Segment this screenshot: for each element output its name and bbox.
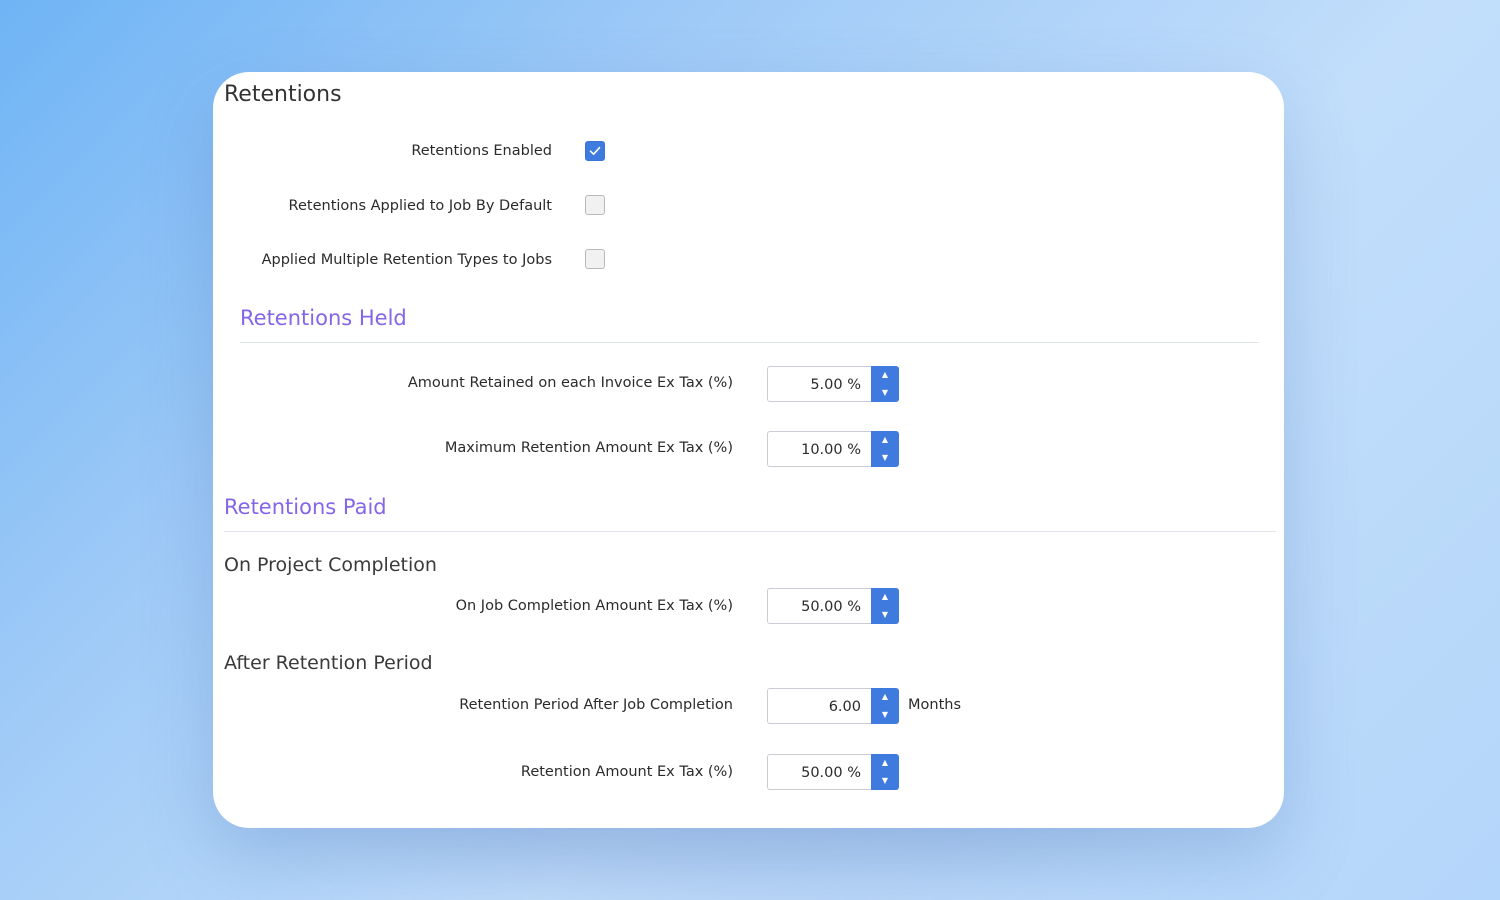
job-completion-value: 50.00 % <box>801 599 861 615</box>
multiple-types-checkbox[interactable] <box>585 249 605 269</box>
job-completion-stepper: 50.00 % ▲ ▼ <box>767 588 899 624</box>
field-row-retention-amount: Retention Amount Ex Tax (%) <box>213 763 733 785</box>
maximum-retention-value: 10.00 % <box>801 442 861 458</box>
retention-period-label: Retention Period After Job Completion <box>459 697 733 713</box>
on-project-completion-title: On Project Completion <box>224 554 437 576</box>
chevron-up-icon[interactable]: ▲ <box>871 431 899 449</box>
retention-period-unit: Months <box>908 697 962 713</box>
chevron-down-icon[interactable]: ▼ <box>871 449 899 467</box>
chevron-up-icon[interactable]: ▲ <box>871 366 899 384</box>
field-row-amount-retained: Amount Retained on each Invoice Ex Tax (… <box>213 374 733 396</box>
chevron-down-icon[interactable]: ▼ <box>871 706 899 724</box>
retention-amount-value: 50.00 % <box>801 765 861 781</box>
setting-row-multiple-types: Applied Multiple Retention Types to Jobs <box>213 249 552 271</box>
retentions-paid-title: Retentions Paid <box>224 495 387 519</box>
retentions-card: Retentions Retentions Enabled Retentions… <box>213 72 1284 828</box>
chevron-up-icon[interactable]: ▲ <box>871 588 899 606</box>
amount-retained-input[interactable]: 5.00 % <box>767 366 871 402</box>
chevron-down-icon[interactable]: ▼ <box>871 772 899 790</box>
chevron-down-icon[interactable]: ▼ <box>871 606 899 624</box>
after-retention-period-title: After Retention Period <box>224 652 433 674</box>
retention-period-input[interactable]: 6.00 <box>767 688 871 724</box>
applied-default-checkbox[interactable] <box>585 195 605 215</box>
card-title: Retentions <box>224 82 342 107</box>
retentions-held-divider <box>240 342 1259 343</box>
field-row-maximum-retention: Maximum Retention Amount Ex Tax (%) <box>213 439 733 461</box>
retention-period-spin-buttons: ▲ ▼ <box>871 688 899 724</box>
amount-retained-stepper: 5.00 % ▲ ▼ <box>767 366 899 402</box>
retentions-paid-divider <box>224 531 1276 532</box>
retention-amount-label: Retention Amount Ex Tax (%) <box>520 764 733 780</box>
chevron-up-icon[interactable]: ▲ <box>871 754 899 772</box>
retention-period-stepper: 6.00 ▲ ▼ <box>767 688 899 724</box>
retentions-enabled-label: Retentions Enabled <box>411 143 552 159</box>
amount-retained-spin-buttons: ▲ ▼ <box>871 366 899 402</box>
maximum-retention-label: Maximum Retention Amount Ex Tax (%) <box>444 440 733 456</box>
retention-period-value: 6.00 <box>828 699 861 715</box>
field-row-job-completion: On Job Completion Amount Ex Tax (%) <box>213 597 733 619</box>
maximum-retention-spin-buttons: ▲ ▼ <box>871 431 899 467</box>
retentions-held-title: Retentions Held <box>240 306 407 330</box>
field-row-retention-period: Retention Period After Job Completion <box>213 696 733 718</box>
job-completion-spin-buttons: ▲ ▼ <box>871 588 899 624</box>
amount-retained-value: 5.00 % <box>810 377 861 393</box>
setting-row-retentions-enabled: Retentions Enabled <box>213 140 552 162</box>
maximum-retention-stepper: 10.00 % ▲ ▼ <box>767 431 899 467</box>
retentions-enabled-checkbox[interactable] <box>585 141 605 161</box>
check-icon <box>589 146 601 155</box>
multiple-types-label: Applied Multiple Retention Types to Jobs <box>261 252 552 268</box>
job-completion-label: On Job Completion Amount Ex Tax (%) <box>455 598 733 614</box>
retention-amount-stepper: 50.00 % ▲ ▼ <box>767 754 899 790</box>
setting-row-applied-default: Retentions Applied to Job By Default <box>213 195 552 217</box>
chevron-down-icon[interactable]: ▼ <box>871 384 899 402</box>
amount-retained-label: Amount Retained on each Invoice Ex Tax (… <box>407 375 733 391</box>
applied-default-label: Retentions Applied to Job By Default <box>288 198 552 214</box>
job-completion-input[interactable]: 50.00 % <box>767 588 871 624</box>
maximum-retention-input[interactable]: 10.00 % <box>767 431 871 467</box>
chevron-up-icon[interactable]: ▲ <box>871 688 899 706</box>
retention-amount-input[interactable]: 50.00 % <box>767 754 871 790</box>
retention-amount-spin-buttons: ▲ ▼ <box>871 754 899 790</box>
